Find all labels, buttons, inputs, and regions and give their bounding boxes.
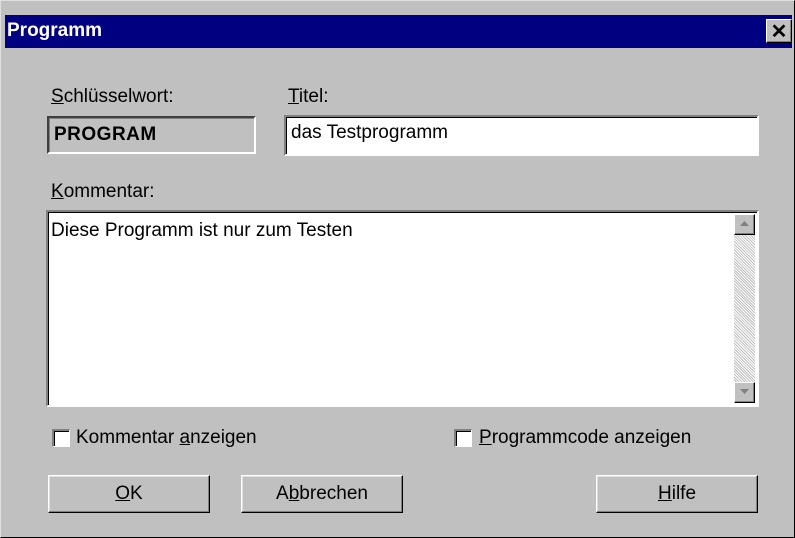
dialog-window: Programm ✕ Schlüsselwort: Titel: PROGRAM… bbox=[0, 0, 795, 538]
comment-label: Kommentar: bbox=[51, 181, 155, 202]
title-bar[interactable]: Programm ✕ bbox=[5, 15, 792, 48]
cancel-button[interactable]: Abbrechen bbox=[241, 475, 403, 513]
close-button[interactable]: ✕ bbox=[766, 19, 792, 43]
comment-text: Diese Programm ist nur zum Testen bbox=[51, 220, 353, 241]
help-button[interactable]: Hilfe bbox=[596, 475, 758, 513]
close-icon: ✕ bbox=[770, 21, 788, 43]
arrow-up-icon bbox=[740, 221, 749, 226]
comment-textarea[interactable]: Diese Programm ist nur zum Testen bbox=[46, 210, 759, 407]
window-title: Programm bbox=[7, 20, 103, 41]
vertical-scrollbar[interactable] bbox=[734, 214, 755, 403]
scroll-up-button[interactable] bbox=[734, 214, 755, 235]
title-input[interactable]: das Testprogramm bbox=[284, 115, 759, 156]
keyword-display: PROGRAM bbox=[47, 116, 256, 154]
title-input-value: das Testprogramm bbox=[291, 122, 448, 143]
scroll-down-button[interactable] bbox=[734, 382, 755, 403]
keyword-value: PROGRAM bbox=[54, 124, 157, 145]
show-comment-label[interactable]: Kommentar anzeigen bbox=[76, 427, 257, 449]
show-code-checkbox[interactable] bbox=[454, 429, 472, 447]
show-code-label[interactable]: Programmcode anzeigen bbox=[479, 427, 691, 449]
keyword-label: Schlüsselwort: bbox=[51, 86, 174, 107]
show-comment-checkbox[interactable] bbox=[52, 429, 70, 447]
title-label: Titel: bbox=[288, 86, 329, 107]
arrow-down-icon bbox=[740, 389, 749, 394]
ok-button[interactable]: OK bbox=[48, 475, 210, 513]
